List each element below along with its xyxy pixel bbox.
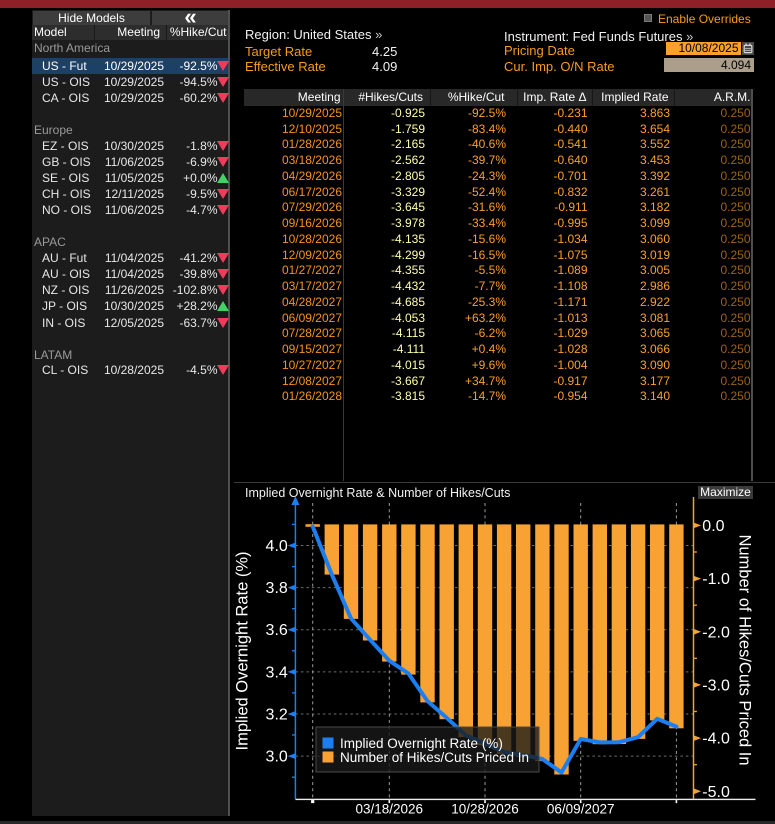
svg-text:Number of Hikes/Cuts Priced In: Number of Hikes/Cuts Priced In <box>340 750 529 765</box>
svg-text:Number of Hikes/Cuts Priced In: Number of Hikes/Cuts Priced In <box>736 534 754 765</box>
svg-text:3.0: 3.0 <box>266 749 288 766</box>
svg-text:-1.0: -1.0 <box>702 571 730 588</box>
svg-text:Implied Overnight Rate (%): Implied Overnight Rate (%) <box>340 736 503 751</box>
svg-text:0.0: 0.0 <box>702 518 724 535</box>
svg-text:Implied Overnight Rate (%): Implied Overnight Rate (%) <box>234 552 252 751</box>
svg-text:3.4: 3.4 <box>266 664 288 681</box>
svg-text:03/18/2026: 03/18/2026 <box>356 802 424 817</box>
svg-text:-5.0: -5.0 <box>702 784 730 801</box>
svg-text:06/09/2027: 06/09/2027 <box>547 802 615 817</box>
svg-text:10/28/2026: 10/28/2026 <box>451 802 519 817</box>
svg-text:4.0: 4.0 <box>266 538 288 555</box>
svg-text:3.2: 3.2 <box>266 707 288 724</box>
svg-text:-4.0: -4.0 <box>702 731 730 748</box>
svg-text:-3.0: -3.0 <box>702 677 730 694</box>
svg-text:-2.0: -2.0 <box>702 624 730 641</box>
svg-text:3.8: 3.8 <box>266 580 288 597</box>
svg-text:3.6: 3.6 <box>266 622 288 639</box>
